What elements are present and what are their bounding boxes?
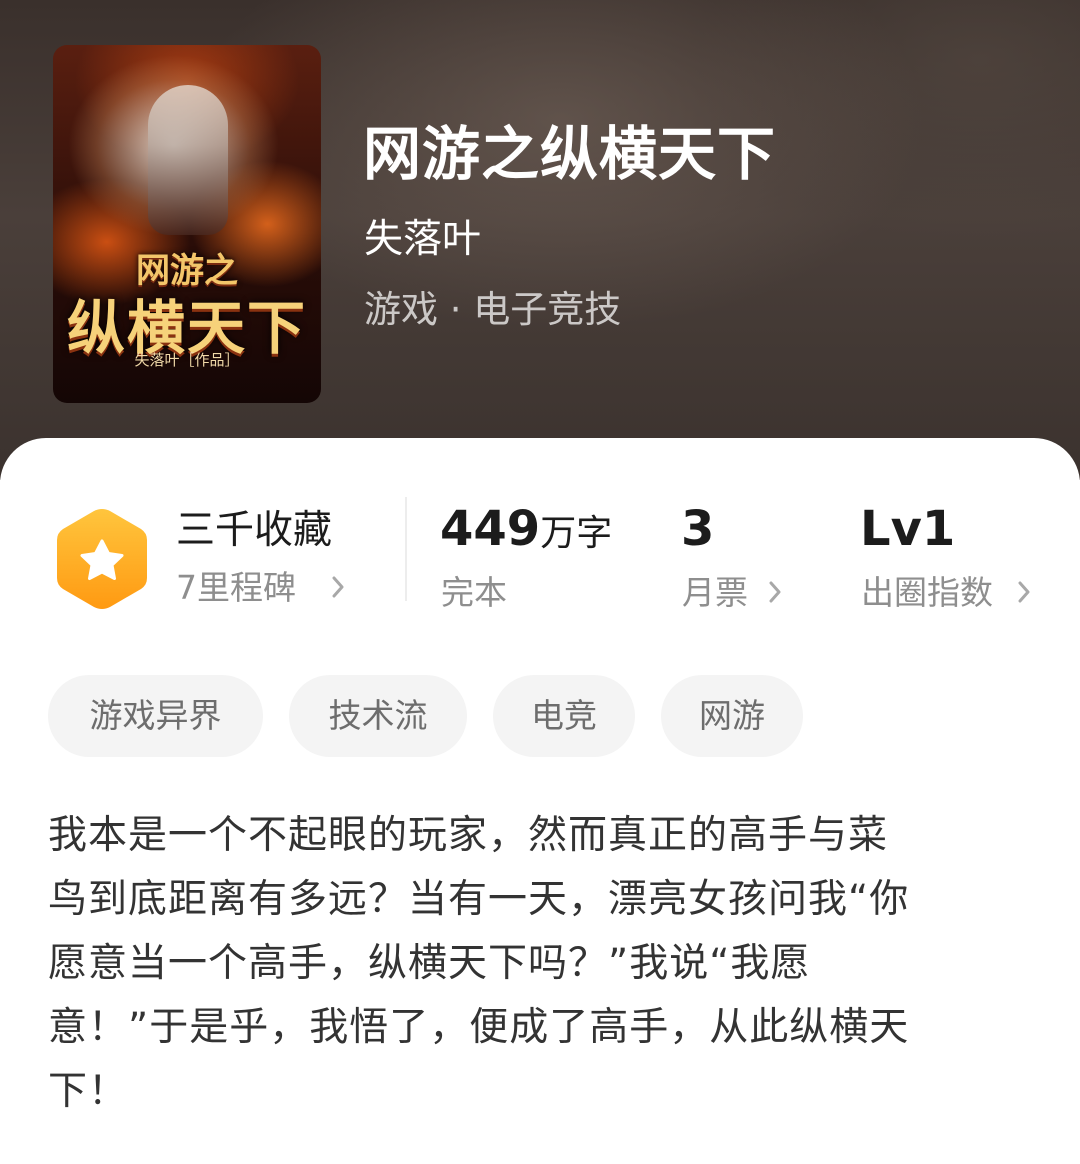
completion-status: 完本	[441, 573, 507, 612]
book-synopsis[interactable]: 我本是一个不起眼的玩家，然而真正的高手与菜 鸟到底距离有多远？当有一天，漂亮女孩…	[48, 804, 1040, 1124]
book-genre[interactable]: 游戏 · 电子竞技	[364, 284, 621, 336]
word-count-unit: 万字	[540, 513, 613, 554]
stats-divider	[405, 497, 407, 601]
influence-label[interactable]: 出圈指数	[861, 571, 993, 615]
tag-chip[interactable]: 游戏异界	[48, 675, 263, 757]
collection-milestone[interactable]: 7里程碑	[176, 566, 296, 610]
collection-badge-star-icon[interactable]	[55, 507, 149, 611]
milestone-chevron-right-icon[interactable]	[331, 576, 345, 598]
book-title: 网游之纵横天下	[363, 120, 777, 188]
word-count: 449万字	[440, 501, 612, 562]
word-count-value: 449	[440, 501, 541, 557]
cover-artwork	[148, 85, 228, 235]
synopsis-line: 鸟到底距离有多远？当有一天，漂亮女孩问我“你	[48, 877, 910, 922]
synopsis-line: 下！	[48, 1069, 129, 1114]
influence-chevron-right-icon[interactable]	[1017, 581, 1031, 603]
tag-chip[interactable]: 网游	[661, 675, 803, 757]
tickets-chevron-right-icon[interactable]	[768, 581, 782, 603]
synopsis-line: 意！”于是乎，我悟了，便成了高手，从此纵横天	[48, 1005, 910, 1050]
monthly-ticket-label[interactable]: 月票	[682, 571, 748, 615]
tag-chip[interactable]: 电竞	[493, 675, 635, 757]
monthly-ticket-count[interactable]: 3	[681, 501, 714, 557]
synopsis-line: 愿意当一个高手，纵横天下吗？”我说“我愿	[48, 941, 811, 986]
synopsis-line: 我本是一个不起眼的玩家，然而真正的高手与菜	[48, 813, 889, 858]
book-author[interactable]: 失落叶	[364, 214, 481, 266]
book-cover[interactable]: 网游之 纵横天下 失落叶［作品］	[53, 45, 321, 403]
cover-byline: 失落叶［作品］	[134, 351, 240, 369]
tag-chip[interactable]: 技术流	[289, 675, 467, 757]
collection-title[interactable]: 三千收藏	[176, 506, 332, 556]
influence-level[interactable]: Lv1	[860, 501, 955, 557]
